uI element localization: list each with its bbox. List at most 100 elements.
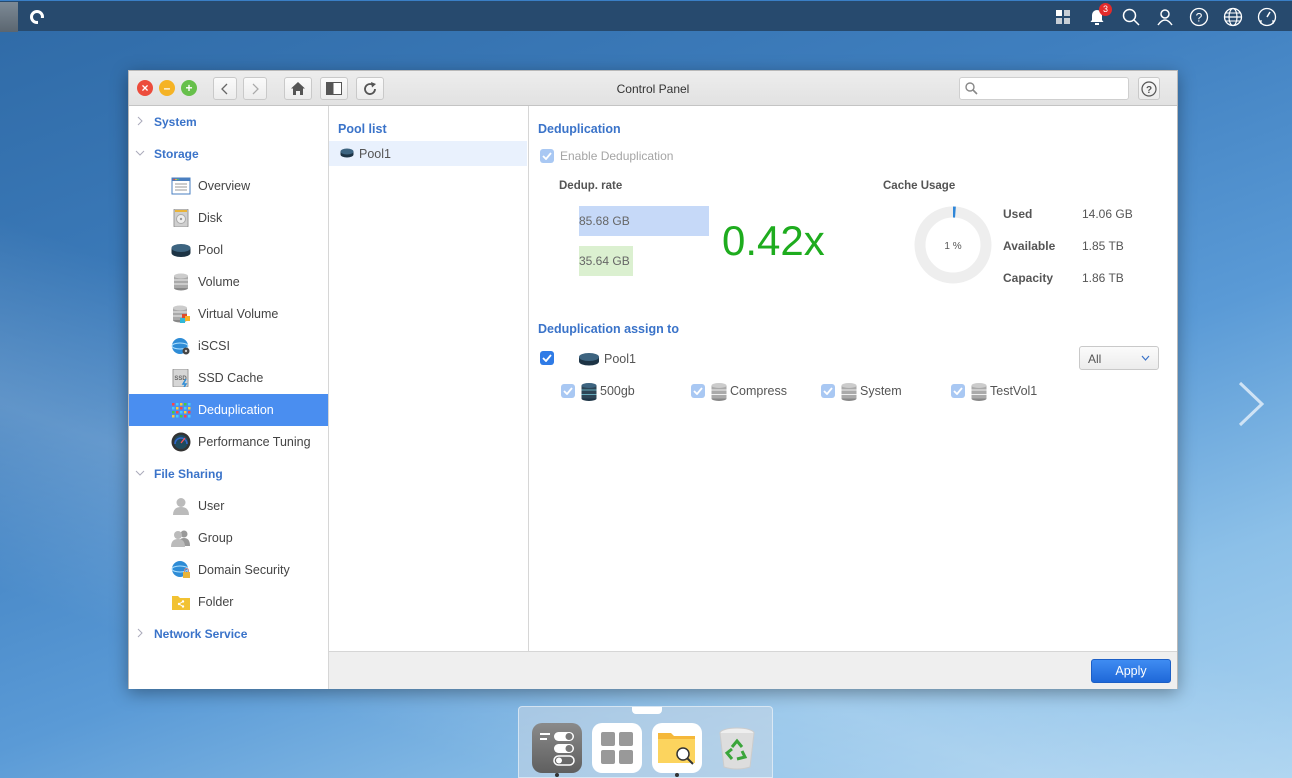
- sidebar-item-overview[interactable]: Overview: [129, 170, 328, 202]
- used-label: Used: [1003, 207, 1033, 221]
- dock: [518, 706, 773, 778]
- pool-list-item[interactable]: Pool1: [329, 141, 527, 166]
- user-icon: [173, 498, 189, 515]
- sidebar-item-label: Volume: [198, 275, 240, 289]
- sidebar-item-folder[interactable]: Folder: [129, 586, 328, 618]
- volume-checkbox[interactable]: [691, 384, 705, 398]
- notification-bell-icon[interactable]: 3: [1080, 3, 1114, 29]
- sidebar-item-label: Deduplication: [198, 403, 274, 417]
- original-size-bar: 85.68 GB: [579, 206, 709, 236]
- domain-security-icon: [171, 561, 190, 578]
- search-field[interactable]: [959, 77, 1129, 100]
- sidebar: System Storage Overview Disk Pool Volume…: [129, 106, 329, 689]
- sidebar-section-label: Network Service: [154, 627, 248, 641]
- sidebar-item-disk[interactable]: Disk: [129, 202, 328, 234]
- sidebar-section-file-sharing[interactable]: File Sharing: [129, 458, 328, 490]
- iscsi-icon: [171, 338, 190, 355]
- search-input[interactable]: [982, 81, 1122, 97]
- dedup-rate-label: Dedup. rate: [559, 180, 623, 192]
- sidebar-item-label: User: [198, 499, 225, 513]
- sidebar-item-label: Overview: [198, 179, 251, 193]
- control-panel-window: × – + Control Panel ? System Storage Ove…: [128, 70, 1178, 689]
- sidebar-item-label: Folder: [198, 595, 234, 609]
- app-center-app-icon[interactable]: [592, 723, 642, 773]
- volume-checkbox[interactable]: [821, 384, 835, 398]
- notification-badge: 3: [1099, 3, 1112, 16]
- group-icon: [171, 530, 190, 547]
- help-button[interactable]: ?: [1138, 77, 1160, 100]
- help-icon[interactable]: ?: [1182, 5, 1216, 29]
- sidebar-section-label: Storage: [154, 147, 199, 161]
- sidebar-item-group[interactable]: Group: [129, 522, 328, 554]
- volume-icon: [711, 383, 727, 401]
- sidebar-section-system[interactable]: System: [129, 106, 328, 138]
- search-icon: [965, 82, 978, 95]
- deduplication-icon: [172, 403, 191, 418]
- recycle-bin-app-icon[interactable]: [712, 723, 762, 773]
- running-indicator: [675, 773, 679, 777]
- volume-checkbox[interactable]: [951, 384, 965, 398]
- chevron-down-icon: [135, 470, 145, 476]
- enable-deduplication-checkbox[interactable]: Enable Deduplication: [540, 149, 673, 163]
- volume-icon: [174, 273, 188, 291]
- taskbar-grip[interactable]: [0, 2, 18, 32]
- volume-checkbox[interactable]: [561, 384, 575, 398]
- qnap-logo-icon[interactable]: [29, 9, 45, 25]
- folder-icon: [172, 596, 190, 610]
- volume-label: System: [860, 384, 902, 398]
- assign-pool-row: Pool1: [540, 351, 1140, 367]
- search-icon[interactable]: [1114, 5, 1148, 29]
- next-desktop-arrow-icon[interactable]: [1236, 380, 1266, 428]
- sidebar-item-virtual-volume[interactable]: Virtual Volume: [129, 298, 328, 330]
- sidebar-item-ssd-cache[interactable]: SSD SSD Cache: [129, 362, 328, 394]
- sidebar-item-label: Disk: [198, 211, 223, 225]
- sidebar-item-performance-tuning[interactable]: Performance Tuning: [129, 426, 328, 458]
- language-globe-icon[interactable]: [1216, 5, 1250, 29]
- apps-grid-icon[interactable]: [1046, 5, 1080, 29]
- sidebar-item-iscsi[interactable]: iSCSI: [129, 330, 328, 362]
- pool-name: Pool1: [359, 147, 391, 161]
- virtual-volume-icon: [173, 305, 190, 323]
- pool-icon: [171, 244, 191, 257]
- sidebar-item-user[interactable]: User: [129, 490, 328, 522]
- assign-pool-label: Pool1: [604, 352, 636, 366]
- sidebar-section-label: System: [154, 115, 197, 129]
- assign-title: Deduplication assign to: [538, 322, 679, 336]
- sidebar-item-label: SSD Cache: [198, 371, 264, 385]
- deduped-size-value: 35.64 GB: [579, 254, 630, 268]
- dashboard-gauge-icon[interactable]: [1250, 5, 1284, 29]
- window-titlebar[interactable]: × – + Control Panel ?: [129, 71, 1177, 106]
- ssd-cache-icon: SSD: [172, 369, 189, 387]
- sidebar-item-domain-security[interactable]: Domain Security: [129, 554, 328, 586]
- assign-pool-checkbox[interactable]: [540, 351, 554, 365]
- available-label: Available: [1003, 239, 1056, 253]
- sidebar-item-volume[interactable]: Volume: [129, 266, 328, 298]
- sidebar-item-deduplication[interactable]: Deduplication: [129, 394, 328, 426]
- running-indicator: [555, 773, 559, 777]
- volume-filter-dropdown[interactable]: All: [1079, 346, 1159, 370]
- dedup-ratio: 0.42x: [722, 217, 825, 264]
- control-panel-app-icon[interactable]: [532, 723, 582, 773]
- pool-list-title: Pool list: [338, 122, 387, 136]
- window-footer: Apply: [329, 651, 1177, 689]
- user-icon[interactable]: [1148, 5, 1182, 29]
- svg-text:?: ?: [1196, 11, 1203, 25]
- pool-list-pane: Pool list Pool1: [329, 106, 529, 651]
- cache-percent-text: 1 %: [944, 241, 961, 252]
- sidebar-item-label: Performance Tuning: [198, 435, 311, 449]
- deduplication-title: Deduplication: [538, 122, 621, 136]
- svg-text:?: ?: [1146, 84, 1152, 95]
- pool-icon: [579, 353, 599, 366]
- file-station-app-icon[interactable]: [652, 723, 702, 773]
- pool-icon: [340, 148, 354, 158]
- help-icon: ?: [1141, 80, 1157, 97]
- sidebar-section-network-service[interactable]: Network Service: [129, 618, 328, 650]
- capacity-value: 1.86 TB: [1082, 271, 1124, 285]
- performance-tuning-icon: [171, 432, 191, 452]
- apply-button[interactable]: Apply: [1091, 659, 1171, 683]
- sidebar-item-label: Domain Security: [198, 563, 290, 577]
- dock-handle[interactable]: [632, 707, 662, 714]
- sidebar-section-storage[interactable]: Storage: [129, 138, 328, 170]
- sidebar-item-pool[interactable]: Pool: [129, 234, 328, 266]
- volume-label: TestVol1: [990, 384, 1038, 398]
